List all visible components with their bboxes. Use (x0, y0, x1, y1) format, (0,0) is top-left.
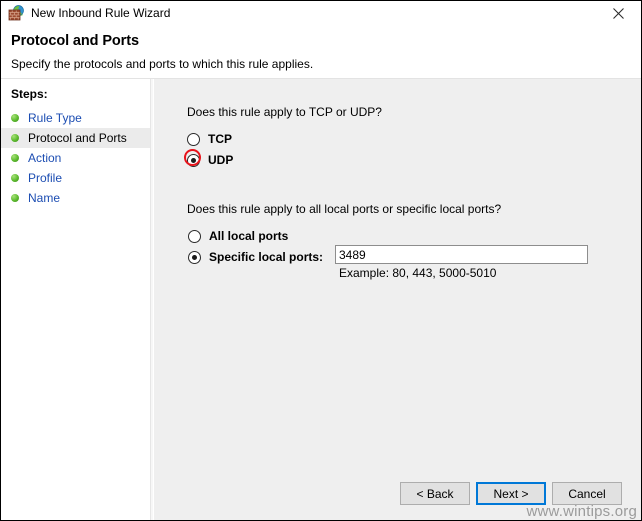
sidebar-item-protocol-and-ports[interactable]: Protocol and Ports (1, 128, 150, 148)
radio-tcp[interactable]: TCP (187, 131, 232, 147)
sidebar-item-name[interactable]: Name (1, 188, 150, 208)
close-icon (612, 7, 624, 19)
sidebar-item-label: Profile (28, 171, 63, 185)
site-watermark: www.wintips.org (526, 503, 637, 520)
sidebar-divider (150, 79, 153, 520)
back-button[interactable]: < Back (400, 482, 470, 505)
radio-udp-label: UDP (208, 153, 234, 167)
radio-all-local-ports-label: All local ports (209, 229, 289, 243)
sidebar-item-label: Action (28, 151, 62, 165)
radio-udp[interactable]: UDP (187, 152, 233, 168)
close-button[interactable] (595, 1, 641, 25)
radio-tcp-label: TCP (208, 132, 232, 146)
step-bullet-icon (11, 134, 19, 142)
window-title: New Inbound Rule Wizard (31, 6, 171, 20)
sidebar-item-rule-type[interactable]: Rule Type (1, 108, 150, 128)
radio-specific-local-ports[interactable]: Specific local ports: (188, 249, 323, 265)
radio-all-local-ports[interactable]: All local ports (188, 228, 288, 244)
sidebar-item-label: Protocol and Ports (28, 131, 127, 145)
step-bullet-icon (11, 154, 19, 162)
sidebar-item-label: Name (28, 191, 61, 205)
radio-all-local-ports-indicator (188, 229, 201, 243)
page-subtitle: Specify the protocols and ports to which… (11, 57, 314, 71)
radio-udp-indicator (187, 153, 200, 167)
step-bullet-icon (11, 194, 19, 202)
wizard-window: New Inbound Rule Wizard Protocol and Por… (0, 0, 642, 521)
sidebar-item-profile[interactable]: Profile (1, 168, 150, 188)
radio-specific-local-ports-indicator (188, 250, 201, 264)
cancel-button[interactable]: Cancel (552, 482, 622, 505)
firewall-icon (8, 5, 24, 21)
sidebar-item-action[interactable]: Action (1, 148, 150, 168)
radio-specific-local-ports-label: Specific local ports: (209, 250, 324, 264)
protocol-question: Does this rule apply to TCP or UDP? (187, 105, 382, 119)
specific-ports-input[interactable] (335, 245, 588, 264)
page-title: Protocol and Ports (11, 33, 139, 49)
ports-question: Does this rule apply to all local ports … (187, 202, 502, 216)
radio-tcp-indicator (187, 132, 200, 146)
step-bullet-icon (11, 174, 19, 182)
steps-sidebar: Steps: Rule Type Protocol and Ports Acti… (1, 79, 150, 520)
next-button[interactable]: Next > (476, 482, 546, 505)
sidebar-item-label: Rule Type (28, 111, 82, 125)
page-header: Protocol and Ports Specify the protocols… (1, 25, 641, 78)
step-bullet-icon (11, 114, 19, 122)
steps-label: Steps: (11, 87, 48, 101)
ports-example-hint: Example: 80, 443, 5000-5010 (339, 266, 497, 280)
title-bar: New Inbound Rule Wizard (1, 1, 641, 25)
